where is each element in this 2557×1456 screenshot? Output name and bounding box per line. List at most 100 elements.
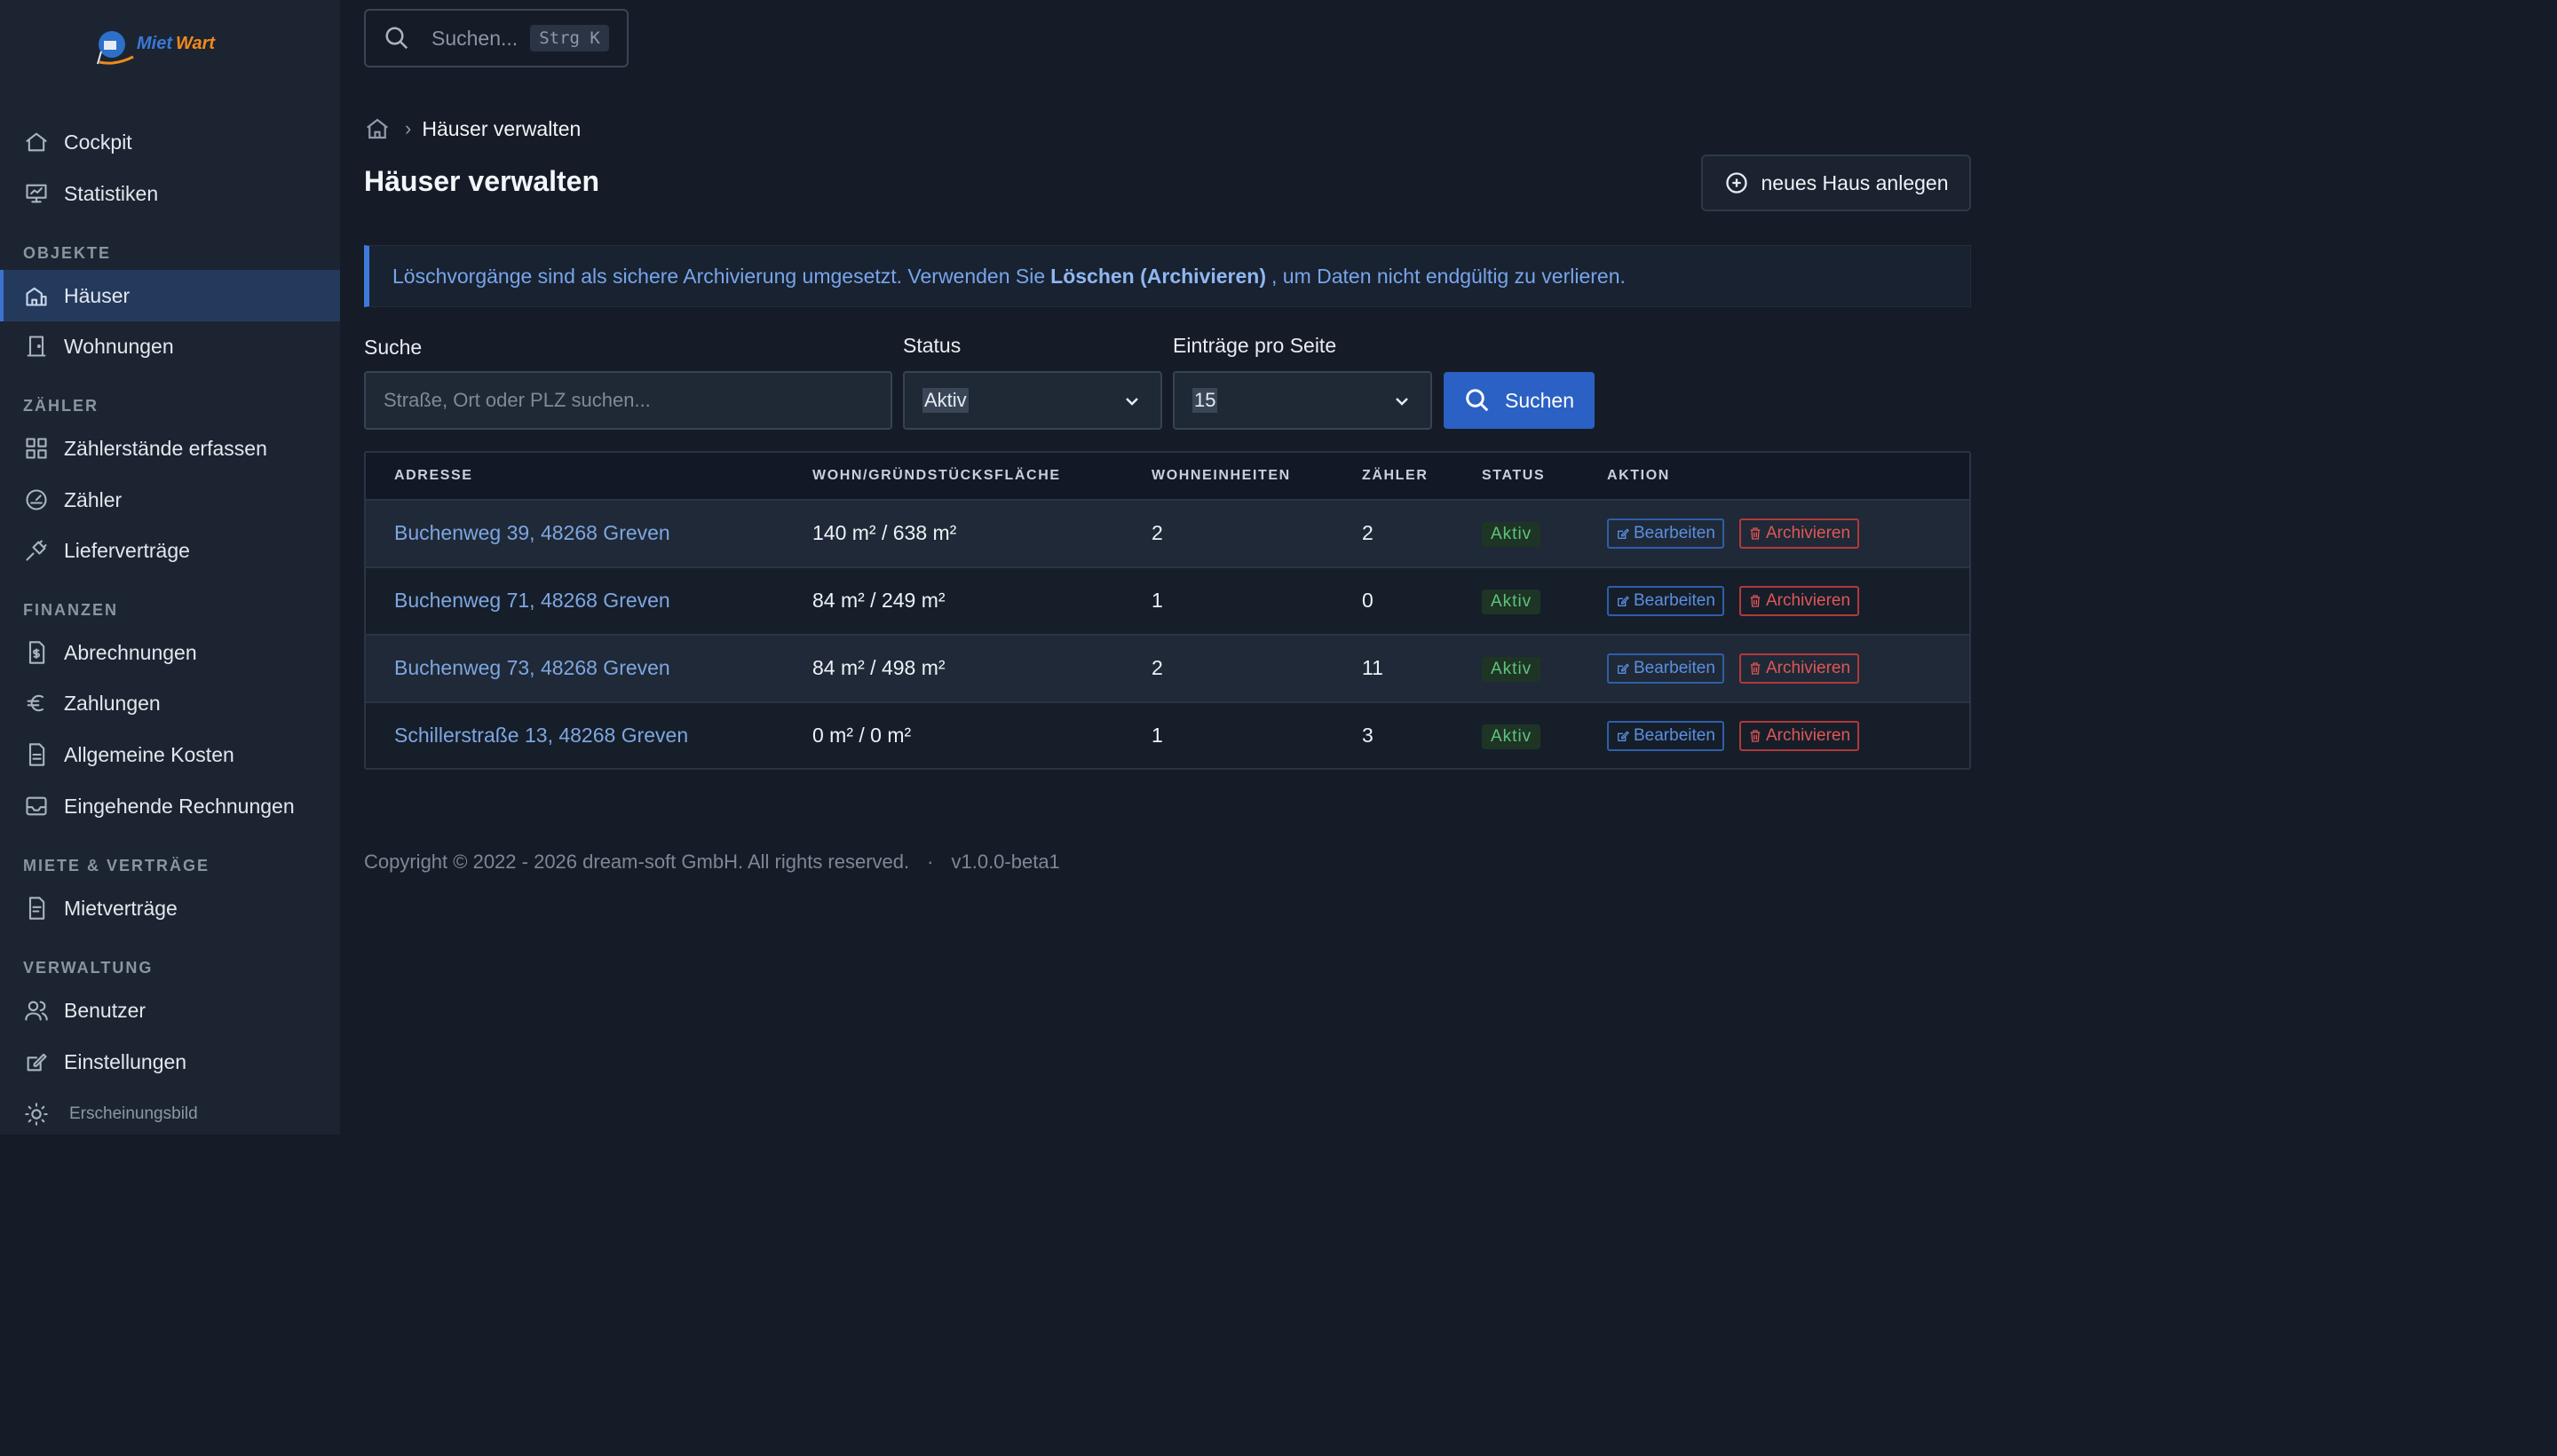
table-row: Buchenweg 39, 48268 Greven 140 m² / 638 … [366,499,1969,566]
column-header-aktion: AKTION [1607,468,1670,483]
page-title: Häuser verwalten [364,165,600,197]
sidebar-item-zaehlerstaende[interactable]: Zählerstände erfassen [0,423,340,474]
sidebar-item-zaehler[interactable]: Zähler [0,474,340,526]
row-meters: 11 [1362,656,1383,679]
edit-button[interactable]: Bearbeiten [1607,721,1724,751]
sidebar-item-label: Abrechnungen [64,640,197,664]
section-objekte: OBJEKTE [23,244,112,262]
table-header: ADRESSE WOHN/GRÜNDSTÜCKSFLÄCHE WOHNEINHE… [366,453,1969,499]
sidebar-item-label: Zählerstände erfassen [64,436,267,460]
edit-button[interactable]: Bearbeiten [1607,653,1724,684]
edit-icon [1618,663,1629,674]
trash-icon [1750,662,1761,675]
archive-button[interactable]: Archivieren [1739,653,1860,684]
sidebar-item-liefervertraege[interactable]: Lieferverträge [0,525,340,576]
row-area: 0 m² / 0 m² [812,724,912,747]
sidebar-item-label: Benutzer [64,998,146,1022]
search-filter-label: Suche [364,336,423,359]
logo-text-miet: Miet [137,34,172,53]
sidebar-item-abrechnungen[interactable]: Abrechnungen [0,627,340,678]
archive-button-label: Archivieren [1766,659,1851,677]
section-zaehler: ZÄHLER [23,397,99,415]
edit-button-label: Bearbeiten [1634,726,1715,745]
presentation-icon [23,180,50,207]
inbox-icon [23,793,50,819]
app-logo[interactable]: Miet Wart [94,25,218,69]
edit-icon [1618,596,1629,606]
row-address-link[interactable]: Buchenweg 73, 48268 Greven [394,656,670,680]
home-icon[interactable] [364,115,391,142]
sidebar-item-mietvertraege[interactable]: Mietverträge [0,882,340,934]
status-badge: Aktiv [1482,724,1541,749]
edit-button[interactable]: Bearbeiten [1607,586,1724,616]
status-select[interactable]: Aktiv [903,371,1162,430]
column-header-zaehler[interactable]: ZÄHLER [1362,468,1428,484]
logo-icon [97,31,134,65]
archive-button[interactable]: Archivieren [1739,586,1860,616]
sidebar-item-label: Einstellungen [64,1049,187,1073]
table-row: Buchenweg 73, 48268 Greven 84 m² / 498 m… [366,634,1969,701]
sidebar-item-wohnungen[interactable]: Wohnungen [0,320,340,372]
search-button[interactable]: Suchen [1444,372,1595,429]
row-units: 2 [1152,521,1163,544]
sidebar-item-allgemeine-kosten[interactable]: Allgemeine Kosten [0,729,340,780]
status-filter-label: Status [903,334,962,357]
footer-version: v1.0.0-beta1 [951,851,1060,873]
search-icon [385,27,408,50]
sidebar-item-label: Lieferverträge [64,538,190,562]
edit-button[interactable]: Bearbeiten [1607,518,1724,549]
info-alert: Löschvorgänge sind als sichere Archivier… [364,245,1971,307]
table-row: Buchenweg 71, 48268 Greven 84 m² / 249 m… [366,566,1969,634]
archive-button-label: Archivieren [1766,524,1851,542]
row-address-link[interactable]: Buchenweg 39, 48268 Greven [394,521,670,545]
perpage-filter-label: Einträge pro Seite [1173,334,1337,357]
status-badge: Aktiv [1482,657,1541,682]
chevron-down-icon [1126,398,1138,406]
sidebar-item-statistiken[interactable]: Statistiken [0,168,340,219]
sidebar-item-eingehende-rechnungen[interactable]: Eingehende Rechnungen [0,780,340,832]
sidebar-item-zahlungen[interactable]: Zahlungen [0,677,340,729]
breadcrumb-current: Häuser verwalten [422,116,582,140]
gauge-icon [23,487,50,513]
column-header-flaeche[interactable]: WOHN/GRÜNDSTÜCKSFLÄCHE [812,468,1061,484]
sidebar-item-cockpit[interactable]: Cockpit [0,116,340,168]
global-search[interactable]: Suchen... Strg K [364,9,629,67]
chevron-down-icon [1396,398,1408,406]
sidebar-item-einstellungen[interactable]: Einstellungen [0,1036,340,1088]
alert-text-before: Löschvorgänge sind als sichere Archivier… [392,264,1046,288]
footer-copyright: Copyright © 2022 - 2026 dream-soft GmbH.… [364,851,910,873]
trash-icon [1750,730,1761,742]
sidebar-item-label: Statistiken [64,181,159,205]
section-finanzen: FINANZEN [23,601,118,619]
archive-button-label: Archivieren [1766,726,1851,745]
invoice-icon [23,639,50,666]
appearance-toggle[interactable]: Erscheinungsbild [0,1088,340,1140]
edit-button-label: Bearbeiten [1634,524,1715,542]
edit-icon [23,1048,50,1075]
archive-button[interactable]: Archivieren [1739,721,1860,751]
perpage-select[interactable]: 15 [1173,371,1432,430]
column-header-adresse[interactable]: ADRESSE [394,468,473,484]
edit-icon [1618,731,1629,741]
sidebar-item-benutzer[interactable]: Benutzer [0,985,340,1036]
sidebar-item-label: Allgemeine Kosten [64,742,234,766]
shortcut-badge: Strg K [530,25,609,51]
sidebar-item-haeuser[interactable]: Häuser [0,270,340,321]
row-address-link[interactable]: Schillerstraße 13, 48268 Greven [394,724,688,748]
logo-text-wart: Wart [176,34,216,53]
row-address-link[interactable]: Buchenweg 71, 48268 Greven [394,589,670,613]
row-meters: 3 [1362,724,1373,747]
row-area: 84 m² / 249 m² [812,589,946,612]
footer: Copyright © 2022 - 2026 dream-soft GmbH.… [364,851,1060,874]
table-row: Schillerstraße 13, 48268 Greven 0 m² / 0… [366,701,1969,768]
column-header-wohneinheiten[interactable]: WOHNEINHEITEN [1152,468,1291,484]
sidebar-item-label: Cockpit [64,130,132,154]
column-header-status[interactable]: STATUS [1482,468,1545,484]
building-icon [23,282,50,309]
sidebar-item-label: Häuser [64,283,131,307]
archive-button[interactable]: Archivieren [1739,518,1860,549]
logo-text: Miet Wart [137,34,215,54]
search-filter-input[interactable]: Straße, Ort oder PLZ suchen... [364,371,892,430]
new-house-button[interactable]: neues Haus anlegen [1701,154,1971,211]
door-icon [23,333,50,360]
